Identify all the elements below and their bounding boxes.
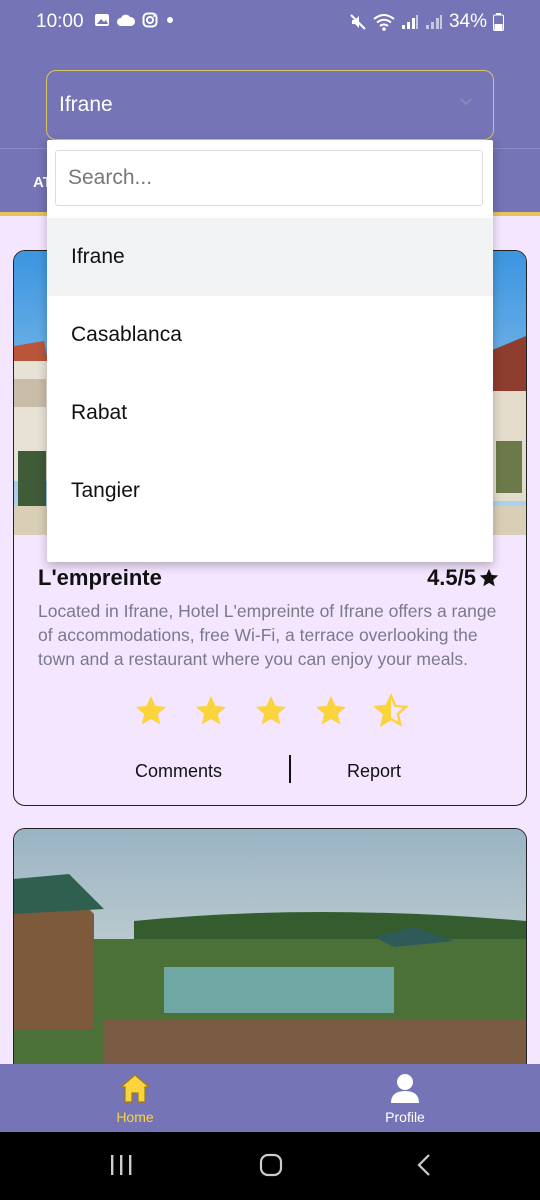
mute-icon xyxy=(350,14,366,30)
hotel-rating: 4.5/5 xyxy=(427,565,500,591)
system-nav-bar xyxy=(0,1132,540,1200)
report-button[interactable]: Report xyxy=(347,761,401,782)
nav-home-label: Home xyxy=(116,1109,154,1125)
back-icon[interactable] xyxy=(414,1153,434,1177)
battery-icon xyxy=(493,13,504,31)
nav-profile-label: Profile xyxy=(385,1109,425,1125)
dot-icon xyxy=(167,17,173,23)
battery-percent: 34% xyxy=(448,11,487,32)
rating-text: 4.5/5 xyxy=(427,565,476,590)
recents-icon[interactable] xyxy=(108,1154,134,1176)
dropdown-item-rabat[interactable]: Rabat xyxy=(47,374,493,452)
dropdown-item-tangier[interactable]: Tangier xyxy=(47,452,493,530)
hotel-card[interactable] xyxy=(13,828,527,1088)
star-icon xyxy=(196,696,226,725)
card-actions: Comments Report xyxy=(14,755,526,789)
home-circle-icon[interactable] xyxy=(259,1153,283,1177)
city-select[interactable]: Ifrane xyxy=(46,70,494,140)
bottom-nav: Home Profile xyxy=(0,1064,540,1132)
dropdown-list: Ifrane Casablanca Rabat Tangier xyxy=(47,218,493,530)
divider xyxy=(289,755,291,783)
search-input[interactable] xyxy=(55,150,483,206)
city-dropdown: Ifrane Casablanca Rabat Tangier xyxy=(47,140,493,562)
image-icon xyxy=(95,14,109,26)
wifi-icon xyxy=(373,14,395,31)
cloud-icon xyxy=(117,14,135,26)
hotel-name: L'empreinte xyxy=(38,565,162,590)
chevron-down-icon xyxy=(460,98,472,106)
status-bar: 10:00 34% xyxy=(0,0,540,44)
star-icon xyxy=(479,568,499,587)
star-icon xyxy=(256,696,286,725)
hotel-description: Located in Ifrane, Hotel L'empreinte of … xyxy=(38,601,497,669)
dropdown-item-casablanca[interactable]: Casablanca xyxy=(47,296,493,374)
city-select-value: Ifrane xyxy=(59,93,113,116)
signal-icon xyxy=(401,15,418,29)
person-icon xyxy=(391,1074,419,1103)
hotel-photo xyxy=(14,829,526,1087)
instagram-icon xyxy=(142,12,158,28)
comments-button[interactable]: Comments xyxy=(135,761,222,782)
star-icon xyxy=(316,696,346,725)
signal-icon-2 xyxy=(425,15,442,29)
star-icon xyxy=(136,696,166,725)
home-icon xyxy=(119,1074,151,1103)
nav-profile[interactable]: Profile xyxy=(355,1072,455,1125)
nav-home[interactable]: Home xyxy=(85,1072,185,1125)
star-rating xyxy=(132,693,410,729)
dropdown-item-ifrane[interactable]: Ifrane xyxy=(47,218,493,296)
star-half-icon xyxy=(373,693,409,727)
status-time: 10:00 xyxy=(36,11,84,32)
